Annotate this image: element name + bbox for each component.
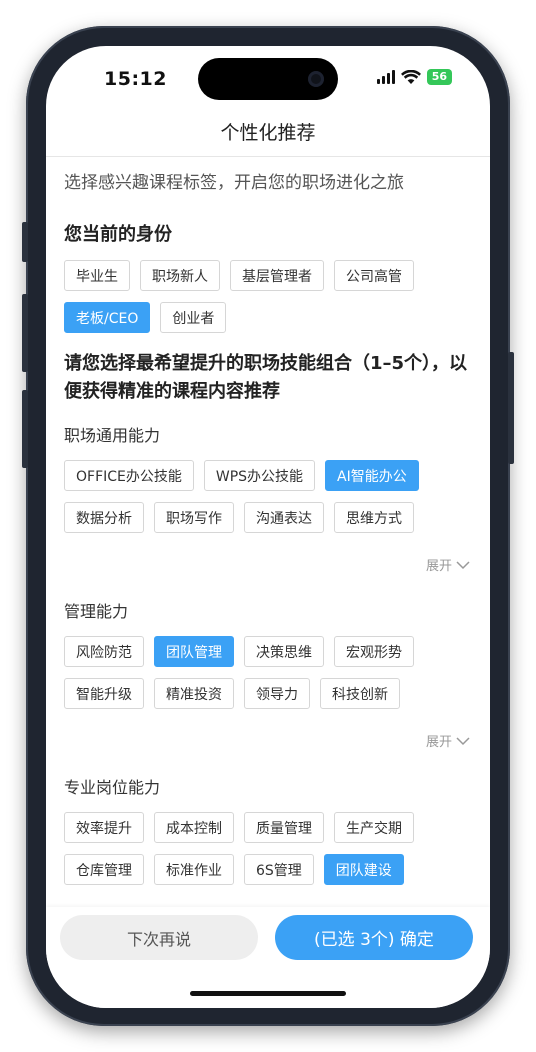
skills-title: 请您选择最希望提升的职场技能组合（1–5个），以便获得精准的课程内容推荐 <box>64 353 468 402</box>
screen: 15:12 56 个性化推荐 选择感兴趣课程标签，开启您的职场进化之旅 您当前的… <box>46 46 490 1008</box>
wifi-icon <box>400 69 421 84</box>
tag-option[interactable]: 科技创新 <box>320 678 400 709</box>
volume-up-button <box>22 294 28 372</box>
skill-group: 职场通用能力 OFFICE办公技能 WPS办公技能 AI智能办公数据分析 职场写作 沟通表… <box>64 422 472 574</box>
dynamic-island <box>198 58 338 100</box>
scroll-content[interactable]: 选择感兴趣课程标签，开启您的职场进化之旅 您当前的身份 毕业生 职场新人 基层管理者… <box>46 157 490 907</box>
footer-bar: 下次再说 (已选 3个) 确定 <box>46 907 490 1008</box>
tag-option[interactable]: 老板/CEO <box>64 302 151 333</box>
tag-option[interactable]: 数据分析 <box>64 502 144 533</box>
silent-switch <box>22 222 28 262</box>
expand-label: 展开 <box>425 559 452 574</box>
status-icons: 56 <box>376 69 452 85</box>
confirm-button[interactable]: (已选 3个) 确定 <box>275 915 473 960</box>
tag-option[interactable]: 毕业生 <box>64 260 130 291</box>
tag-option[interactable]: 沟通表达 <box>244 502 324 533</box>
volume-down-button <box>22 390 28 468</box>
tag-option[interactable]: 仓库管理 <box>64 854 144 885</box>
tag-option[interactable]: OFFICE办公技能 <box>64 460 194 491</box>
tag-option[interactable]: 公司高管 <box>334 260 414 291</box>
tag-option[interactable]: 决策思维 <box>244 636 324 667</box>
skill-group-tags: 风险防范 团队管理 决策思维 宏观形势智能升级 精准投资 领导力 科技创新 <box>64 636 472 709</box>
tag-option[interactable]: 领导力 <box>244 678 310 709</box>
tag-option[interactable]: 6S管理 <box>244 854 314 885</box>
expand-toggle[interactable]: 展开 <box>64 555 472 574</box>
tag-option[interactable]: 宏观形势 <box>334 636 414 667</box>
skill-group-tags: OFFICE办公技能 WPS办公技能 AI智能办公数据分析 职场写作 沟通表达 思维方式 <box>64 460 472 533</box>
tag-option[interactable]: 思维方式 <box>334 502 414 533</box>
tag-option[interactable]: 风险防范 <box>64 636 144 667</box>
tag-option[interactable]: 标准作业 <box>154 854 234 885</box>
status-time: 15:12 <box>104 68 167 90</box>
tag-option[interactable]: 团队管理 <box>154 636 234 667</box>
expand-label: 展开 <box>425 735 452 750</box>
tag-option[interactable]: 生产交期 <box>334 812 414 843</box>
tag-option[interactable]: 成本控制 <box>154 812 234 843</box>
skill-group-title: 职场通用能力 <box>64 426 161 445</box>
tag-option[interactable]: 创业者 <box>160 302 227 333</box>
chevron-down-icon <box>456 736 470 745</box>
skill-group: 管理能力风险防范 团队管理 决策思维 宏观形势智能升级 精准投资 领导力 科技创新展开 <box>64 598 472 750</box>
chevron-down-icon <box>456 560 470 569</box>
battery-indicator: 56 <box>426 69 452 85</box>
tag-option[interactable]: 职场新人 <box>140 260 220 291</box>
tag-option[interactable]: AI智能办公 <box>325 460 419 491</box>
tag-option[interactable]: 精准投资 <box>154 678 234 709</box>
expand-toggle[interactable]: 展开 <box>64 731 472 750</box>
identity-title: 您当前的身份 <box>64 224 172 245</box>
skill-group-title: 专业岗位能力 <box>64 778 161 797</box>
page-title: 个性化推荐 <box>220 122 316 144</box>
tag-option[interactable]: 效率提升 <box>64 812 144 843</box>
camera-icon <box>308 71 324 87</box>
tag-option[interactable]: WPS办公技能 <box>203 460 316 491</box>
home-indicator[interactable] <box>190 991 346 996</box>
page-subtitle: 选择感兴趣课程标签，开启您的职场进化之旅 <box>64 173 404 193</box>
skill-group-title: 管理能力 <box>64 602 129 621</box>
tag-option[interactable]: 质量管理 <box>244 812 324 843</box>
skill-group: 专业岗位能力效率提升成本控制质量管理生产交期仓库管理标准作业6S管理团队建设展开 <box>64 774 472 907</box>
power-button <box>508 352 514 464</box>
tag-option[interactable]: 智能升级 <box>64 678 144 709</box>
identity-tags: 毕业生 职场新人 基层管理者 公司高管老板/CEO 创业者 <box>64 260 472 333</box>
signal-icon <box>376 70 395 84</box>
tag-option[interactable]: 职场写作 <box>154 502 234 533</box>
tag-option[interactable]: 基层管理者 <box>230 260 324 291</box>
skill-groups: 职场通用能力 OFFICE办公技能 WPS办公技能 AI智能办公数据分析 职场写作 沟通表… <box>64 422 472 907</box>
later-button[interactable]: 下次再说 <box>60 915 258 960</box>
tag-option[interactable]: 团队建设 <box>323 854 404 885</box>
skill-group-tags: 效率提升 成本控制 质量管理 生产交期仓库管理 标准作业 6S管理 团队建设 <box>64 812 472 885</box>
